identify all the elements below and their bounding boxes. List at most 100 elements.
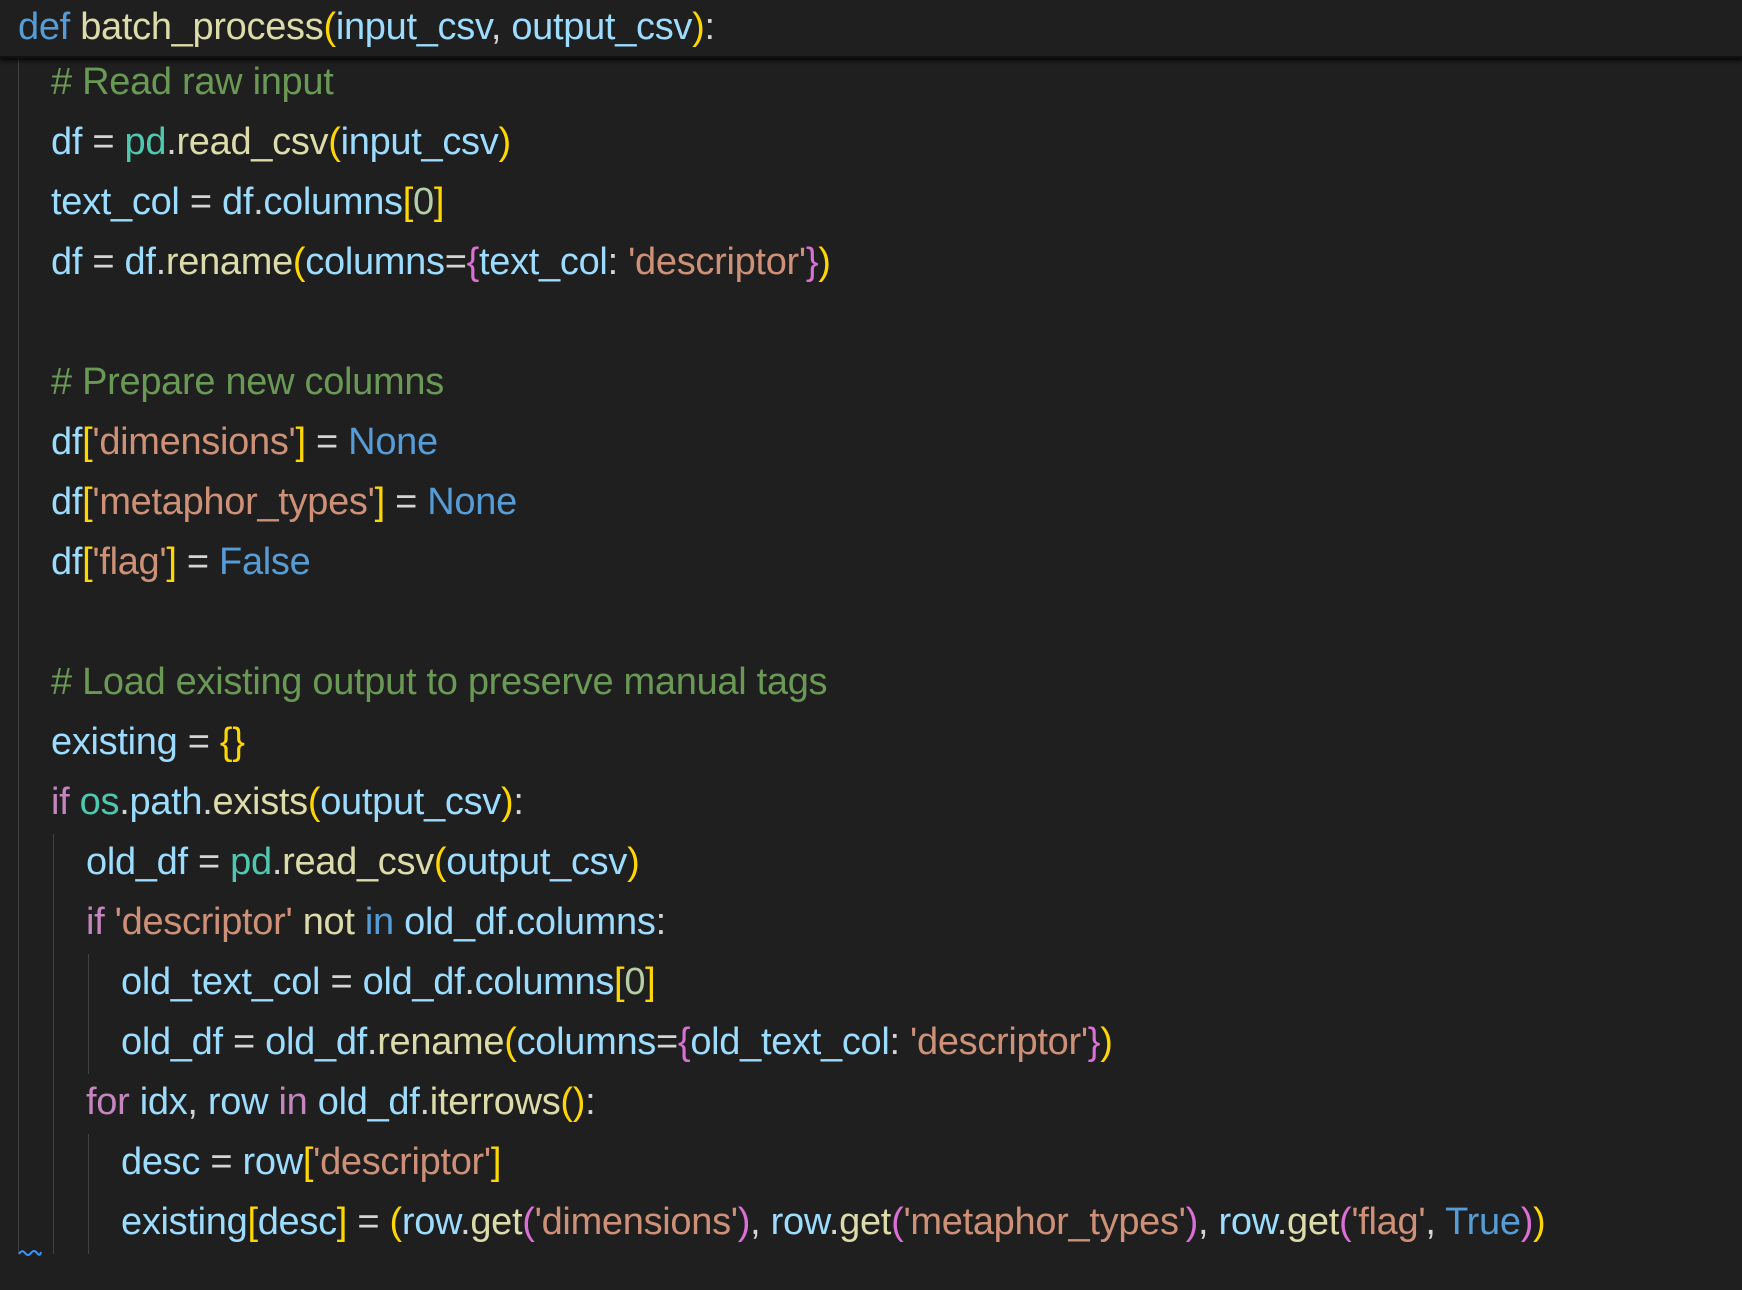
sticky-scroll-header[interactable]: def batch_process(input_csv, output_csv)… xyxy=(0,0,1742,58)
code-line[interactable]: existing[desc] = (row.get('dimensions'),… xyxy=(121,1192,1546,1252)
code-token-plain: . xyxy=(460,1201,471,1243)
code-token-plain: . xyxy=(166,121,177,163)
sticky-code-line[interactable]: def batch_process(input_csv, output_csv)… xyxy=(18,0,715,57)
indent-guide xyxy=(88,954,89,1074)
code-token-bracket1: ) xyxy=(501,781,514,823)
code-token-bracket1: [ xyxy=(82,481,93,523)
code-token-variable: text_col xyxy=(479,241,608,283)
code-token-variable: input_csv xyxy=(340,121,499,163)
code-token-bracket1: [ xyxy=(82,421,93,463)
code-token-variable: old_df xyxy=(265,1021,367,1063)
code-token-plain: = xyxy=(656,1021,678,1063)
code-token-variable: row xyxy=(401,1201,461,1243)
code-token-control: in xyxy=(278,1081,308,1123)
code-token-keyword: None xyxy=(348,421,438,463)
code-token-keyword: True xyxy=(1445,1201,1521,1243)
code-token-bracket1: [ xyxy=(402,181,414,223)
code-line[interactable]: text_col = df.columns[0] xyxy=(51,172,444,232)
code-token-variable: existing xyxy=(121,1201,248,1243)
code-line[interactable]: for idx, row in old_df.iterrows(): xyxy=(86,1072,596,1132)
code-token-bracket1: ] xyxy=(295,421,306,463)
code-token-bracket1: ) xyxy=(1100,1021,1113,1063)
code-line[interactable]: if os.path.exists(output_csv): xyxy=(51,772,524,832)
code-token-variable: desc xyxy=(257,1201,337,1243)
indent-guide xyxy=(18,54,19,1254)
code-token-function: not xyxy=(302,901,355,943)
code-token-control: for xyxy=(86,1081,130,1123)
code-token-plain: . xyxy=(271,841,283,883)
code-token-variable: text_col xyxy=(51,181,180,223)
code-line[interactable]: df = pd.read_csv(input_csv) xyxy=(51,112,511,172)
code-token-control: if xyxy=(86,901,105,943)
code-token-bracket1: {} xyxy=(219,721,245,763)
code-editor[interactable]: def batch_process(input_csv, output_csv)… xyxy=(0,0,1742,1290)
code-token-plain: = xyxy=(347,1201,390,1243)
code-token-bracket1: ] xyxy=(336,1201,348,1243)
code-line[interactable]: old_df = old_df.rename(columns={old_text… xyxy=(121,1012,1113,1072)
code-line[interactable]: df['dimensions'] = None xyxy=(51,412,438,472)
code-token-number: 0 xyxy=(624,961,646,1003)
code-token-bracket1: ) xyxy=(692,6,705,48)
code-token-bracket1: ) xyxy=(498,121,511,163)
code-token-bracket1: ( xyxy=(389,1201,402,1243)
code-line[interactable]: old_df = pd.read_csv(output_csv) xyxy=(86,832,640,892)
code-token-variable: existing xyxy=(51,721,178,763)
code-line[interactable]: df['flag'] = False xyxy=(51,532,311,592)
code-token-plain: . xyxy=(253,181,264,223)
code-token-bracket1: ) xyxy=(627,841,640,883)
code-token-variable: old_df xyxy=(317,1081,420,1123)
code-token-variable: desc xyxy=(121,1141,201,1183)
code-line[interactable]: # Read raw input xyxy=(51,52,334,112)
code-token-plain: . xyxy=(464,961,475,1003)
code-token-function: get xyxy=(470,1201,523,1243)
code-line[interactable]: # Load existing output to preserve manua… xyxy=(51,652,828,712)
code-line[interactable]: # Prepare new columns xyxy=(51,352,444,412)
code-line[interactable]: df['metaphor_types'] = None xyxy=(51,472,517,532)
code-token-variable: old_df xyxy=(362,961,465,1003)
code-token-bracket1: ( xyxy=(504,1021,517,1063)
code-token-keyword: None xyxy=(427,481,517,523)
code-token-bracket2: ) xyxy=(737,1201,751,1243)
code-token-variable: old_df xyxy=(86,841,188,883)
code-token-plain: , xyxy=(1198,1201,1219,1243)
code-token-variable: old_df xyxy=(404,901,506,943)
code-token-variable: path xyxy=(129,781,203,823)
code-line[interactable]: existing = {} xyxy=(51,712,245,772)
code-line[interactable]: old_text_col = old_df.columns[0] xyxy=(121,952,656,1012)
code-token-variable: df xyxy=(51,481,83,523)
code-token-plain: = xyxy=(82,241,125,283)
code-token-bracket2: { xyxy=(677,1021,691,1063)
code-token-string: 'descriptor' xyxy=(910,1021,1088,1063)
code-token-bracket2: ) xyxy=(1185,1201,1199,1243)
code-token-variable: row xyxy=(242,1141,304,1183)
code-token-plain: = xyxy=(177,721,220,763)
code-token-string: 'descriptor' xyxy=(628,241,806,283)
code-token-variable: df xyxy=(51,421,83,463)
code-token-bracket1: ( xyxy=(292,241,306,283)
code-token-variable: columns xyxy=(516,1021,657,1063)
code-token-variable: output_csv xyxy=(446,841,628,883)
code-token-function: batch_process xyxy=(80,6,324,48)
code-token-function: get xyxy=(1287,1201,1339,1243)
code-token-function: get xyxy=(839,1201,892,1243)
code-line[interactable]: df = df.rename(columns={text_col: 'descr… xyxy=(51,232,831,292)
code-token-plain: , xyxy=(187,1081,208,1123)
code-token-plain: . xyxy=(366,1021,378,1063)
code-line[interactable]: desc = row['descriptor'] xyxy=(121,1132,501,1192)
code-token-variable: df xyxy=(51,121,83,163)
code-token-variable: df xyxy=(124,241,156,283)
code-token-bracket2: ( xyxy=(1338,1201,1352,1243)
code-token-variable: df xyxy=(51,241,83,283)
code-token-string: 'flag' xyxy=(92,541,167,583)
code-line[interactable]: if 'descriptor' not in old_df.columns: xyxy=(86,892,666,952)
code-token-plain: . xyxy=(505,901,517,943)
code-token-plain: . xyxy=(419,1081,431,1123)
code-token-plain: = xyxy=(82,121,125,163)
code-token-string: 'dimensions' xyxy=(92,421,296,463)
code-token-module: pd xyxy=(124,121,167,163)
code-token-variable: row xyxy=(207,1081,269,1123)
code-token-module: pd xyxy=(230,841,272,883)
